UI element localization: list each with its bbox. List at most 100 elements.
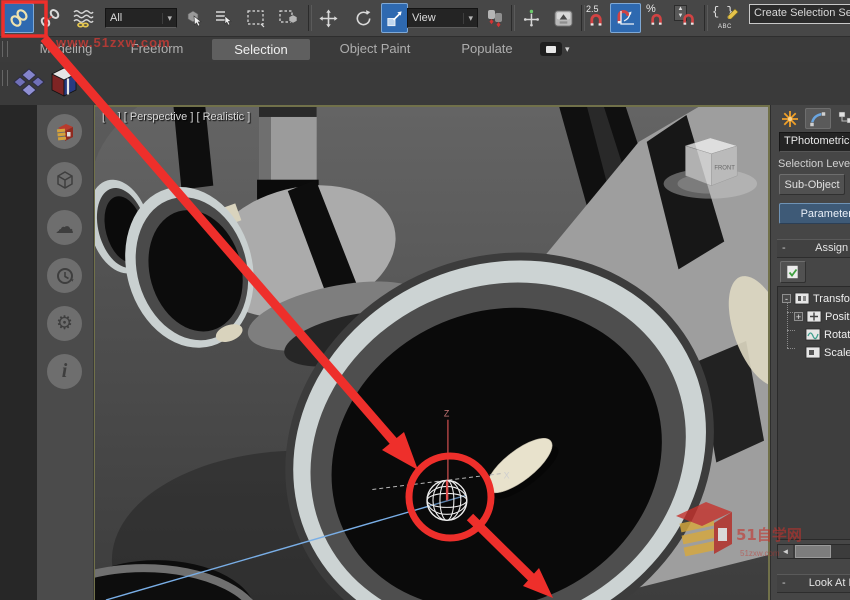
sidebar-item-history[interactable] xyxy=(47,258,82,293)
parameters-button[interactable]: Parameters xyxy=(779,203,850,224)
light-gizmo-sphere[interactable] xyxy=(427,480,467,520)
tab-freeform[interactable]: Freeform xyxy=(120,36,194,62)
sidebar-item-settings[interactable]: ⚙ xyxy=(47,306,82,341)
dashed-rectangle-cube-icon xyxy=(278,8,298,28)
manipulate-cross-icon xyxy=(521,9,540,28)
tree-horizontal-scrollbar[interactable]: ◄ xyxy=(777,544,850,559)
select-and-manipulate-button[interactable] xyxy=(516,3,544,33)
snaps-toggle-button[interactable]: 2.5 xyxy=(584,3,610,33)
select-and-move-button[interactable] xyxy=(313,3,343,33)
viewport-label[interactable]: [ + ] [ Perspective ] [ Realistic ] xyxy=(102,111,250,123)
scale-arrow-icon xyxy=(385,9,404,28)
selection-filter-value: All xyxy=(110,12,122,24)
scrollbar-thumb[interactable] xyxy=(795,545,831,558)
ribbon-config-icon xyxy=(540,42,562,56)
select-by-name-button[interactable] xyxy=(210,3,238,33)
tab-populate[interactable]: Populate xyxy=(448,36,526,62)
viewcube-front-label: FRONT xyxy=(714,166,735,172)
select-and-link-button[interactable] xyxy=(3,3,34,33)
cloud-icon: ☁ xyxy=(55,216,74,239)
reference-coordinate-dropdown[interactable]: View ▾ xyxy=(407,8,478,28)
broken-chain-icon xyxy=(40,8,60,28)
hierarchy-boxes-icon xyxy=(837,110,850,128)
sub-object-button[interactable]: Sub-Object xyxy=(779,174,845,195)
reference-coordinate-value: View xyxy=(412,12,436,24)
pencil-icon xyxy=(726,6,739,19)
unlink-selection-button[interactable] xyxy=(36,3,64,33)
use-pivot-point-center-button[interactable] xyxy=(481,3,508,33)
move-arrows-icon xyxy=(319,9,338,28)
spinner-snap-toggle-button[interactable]: ▲▼ xyxy=(671,3,698,33)
tree-node-rotation[interactable]: Rotation xyxy=(805,328,850,341)
assign-controller-title: Assign Controller xyxy=(815,242,850,254)
sidebar-item-max-app[interactable] xyxy=(47,114,82,149)
angle-magnet-icon xyxy=(615,7,637,29)
select-object-button[interactable] xyxy=(180,3,208,33)
max-logo-icon xyxy=(54,121,76,143)
chevron-down-icon: ▾ xyxy=(565,44,570,55)
gear-icon: ⚙ xyxy=(56,312,73,335)
ribbon-panel-handle[interactable] xyxy=(2,70,8,86)
chevron-down-icon: ▾ xyxy=(162,13,172,24)
sidebar-item-cube[interactable] xyxy=(47,162,82,197)
expand-box-icon[interactable]: + xyxy=(794,312,803,321)
selection-level-label: Selection Level: xyxy=(778,158,850,170)
magnet-icon xyxy=(589,13,604,28)
toolbar-separator xyxy=(308,5,312,31)
look-at-rollout[interactable]: - Look At Parameters xyxy=(777,574,850,593)
tab-create[interactable] xyxy=(777,108,803,129)
edit-named-selection-sets-button[interactable]: { } ABC xyxy=(710,3,744,33)
link-icon xyxy=(9,8,29,28)
list-cursor-icon xyxy=(214,8,234,28)
assign-controller-button[interactable] xyxy=(780,261,806,283)
selection-filter-dropdown[interactable]: All ▾ xyxy=(105,8,177,28)
tab-modify[interactable] xyxy=(805,108,831,129)
named-selection-set-field[interactable]: Create Selection Set xyxy=(749,4,850,24)
tree-node-scale[interactable]: Scale xyxy=(805,346,850,359)
magnet-icon xyxy=(650,13,664,27)
scroll-left-icon[interactable]: ◄ xyxy=(778,545,793,558)
ribbon-tab-bar: Modeling Freeform Selection Object Paint… xyxy=(0,36,850,62)
command-panel: TPhotometric Selection Level: Sub-Object… xyxy=(770,105,850,600)
collapse-icon: - xyxy=(782,575,786,592)
polygon-modeling-grid-icon[interactable] xyxy=(12,66,46,100)
editable-poly-cube-icon[interactable] xyxy=(48,64,80,102)
angle-snap-toggle-button[interactable] xyxy=(610,3,641,33)
chevron-down-icon: ▾ xyxy=(463,13,473,24)
scale-icon xyxy=(805,346,821,359)
transform-icon xyxy=(794,292,810,305)
bind-to-space-warp-button[interactable] xyxy=(68,3,98,33)
tab-object-paint[interactable]: Object Paint xyxy=(330,36,420,62)
percent-snap-toggle-button[interactable]: % xyxy=(644,3,669,33)
controller-tree[interactable]: - Transform + Position Rotation Scale xyxy=(777,286,850,540)
viewport-render: FRONT Z X xyxy=(95,107,768,600)
cube-icon xyxy=(55,170,75,190)
ribbon-config-dropdown[interactable]: ▾ xyxy=(540,41,570,57)
abc-label: ABC xyxy=(718,24,732,30)
collapse-box-icon[interactable]: - xyxy=(782,294,791,303)
tree-node-position[interactable]: + Position xyxy=(794,310,850,323)
assign-controller-rollout[interactable]: - Assign Controller xyxy=(777,239,850,258)
select-cursor-icon xyxy=(184,8,204,28)
window-crossing-toggle-button[interactable] xyxy=(273,3,303,33)
tab-hierarchy[interactable] xyxy=(833,108,850,129)
select-and-rotate-button[interactable] xyxy=(348,3,378,33)
left-icon-sidebar: ☁ ⚙ i xyxy=(37,105,94,600)
select-and-scale-button[interactable] xyxy=(381,3,408,33)
info-icon: i xyxy=(62,360,68,383)
magnet-icon xyxy=(682,13,696,27)
perspective-viewport[interactable]: FRONT Z X [ + ] [ Perspective ] [ Realis… xyxy=(93,105,770,600)
ribbon-panel-row xyxy=(0,62,850,105)
sidebar-item-cloud[interactable]: ☁ xyxy=(47,210,82,245)
tree-node-transform[interactable]: - Transform xyxy=(782,292,850,305)
3ds-max-window: All ▾ View ▾ xyxy=(0,0,850,600)
sidebar-item-info[interactable]: i xyxy=(47,354,82,389)
tab-selection[interactable]: Selection xyxy=(212,39,310,60)
position-icon xyxy=(806,310,822,323)
object-name-field[interactable]: TPhotometric xyxy=(779,132,850,152)
ribbon-drag-handle[interactable] xyxy=(2,41,8,57)
rectangular-selection-region-button[interactable] xyxy=(241,3,270,33)
keyboard-shortcut-override-button[interactable] xyxy=(548,3,578,33)
tab-modeling[interactable]: Modeling xyxy=(30,36,102,62)
x-axis-label: X xyxy=(504,470,510,480)
